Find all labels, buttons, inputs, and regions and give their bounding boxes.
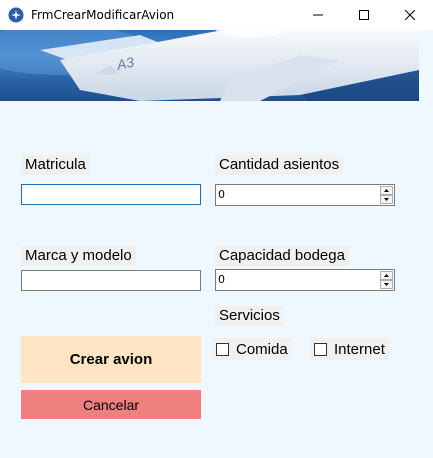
airplane-picture: A3 bbox=[0, 30, 419, 101]
minimize-icon bbox=[313, 14, 323, 16]
title-bar: FrmCrearModificarAvion bbox=[0, 0, 433, 30]
matricula-field[interactable] bbox=[21, 184, 201, 205]
internet-checkbox[interactable]: Internet bbox=[310, 338, 389, 360]
cantidad-asientos-up-button[interactable] bbox=[380, 186, 393, 195]
cantidad-asientos-label: Cantidad asientos bbox=[215, 155, 344, 175]
capacidad-bodega-stepper[interactable]: 0 bbox=[215, 269, 395, 291]
close-icon bbox=[405, 10, 415, 20]
comida-label[interactable]: Comida bbox=[236, 341, 288, 358]
comida-checkbox[interactable]: Comida bbox=[212, 338, 292, 360]
arrow-up-icon bbox=[384, 274, 389, 277]
capacidad-bodega-down-button[interactable] bbox=[380, 280, 393, 289]
arrow-up-icon bbox=[384, 189, 389, 192]
cancelar-button[interactable]: Cancelar bbox=[21, 390, 201, 419]
internet-label[interactable]: Internet bbox=[334, 341, 385, 358]
airplane-banner-image: A3 bbox=[0, 30, 419, 101]
marca-modelo-label: Marca y modelo bbox=[21, 246, 136, 266]
cantidad-asientos-value[interactable]: 0 bbox=[218, 188, 225, 201]
internet-checkbox-box[interactable] bbox=[314, 342, 327, 356]
arrow-down-icon bbox=[384, 198, 389, 201]
capacidad-bodega-label: Capacidad bodega bbox=[215, 246, 349, 266]
maximize-button[interactable] bbox=[341, 0, 387, 30]
minimize-button[interactable] bbox=[295, 0, 341, 30]
crear-avion-button[interactable]: Crear avion bbox=[21, 336, 201, 383]
window-title: FrmCrearModificarAvion bbox=[31, 8, 175, 22]
servicios-label: Servicios bbox=[215, 306, 284, 326]
app-icon bbox=[8, 7, 24, 23]
cantidad-asientos-stepper[interactable]: 0 bbox=[215, 184, 395, 206]
matricula-label: Matricula bbox=[21, 155, 90, 175]
right-edge bbox=[419, 30, 433, 458]
maximize-icon bbox=[359, 10, 369, 20]
arrow-down-icon bbox=[384, 283, 389, 286]
comida-checkbox-box[interactable] bbox=[216, 342, 229, 356]
cantidad-asientos-down-button[interactable] bbox=[380, 195, 393, 204]
close-button[interactable] bbox=[387, 0, 433, 30]
capacidad-bodega-up-button[interactable] bbox=[380, 271, 393, 280]
capacidad-bodega-value[interactable]: 0 bbox=[218, 273, 225, 286]
marca-modelo-field[interactable] bbox=[21, 270, 201, 291]
